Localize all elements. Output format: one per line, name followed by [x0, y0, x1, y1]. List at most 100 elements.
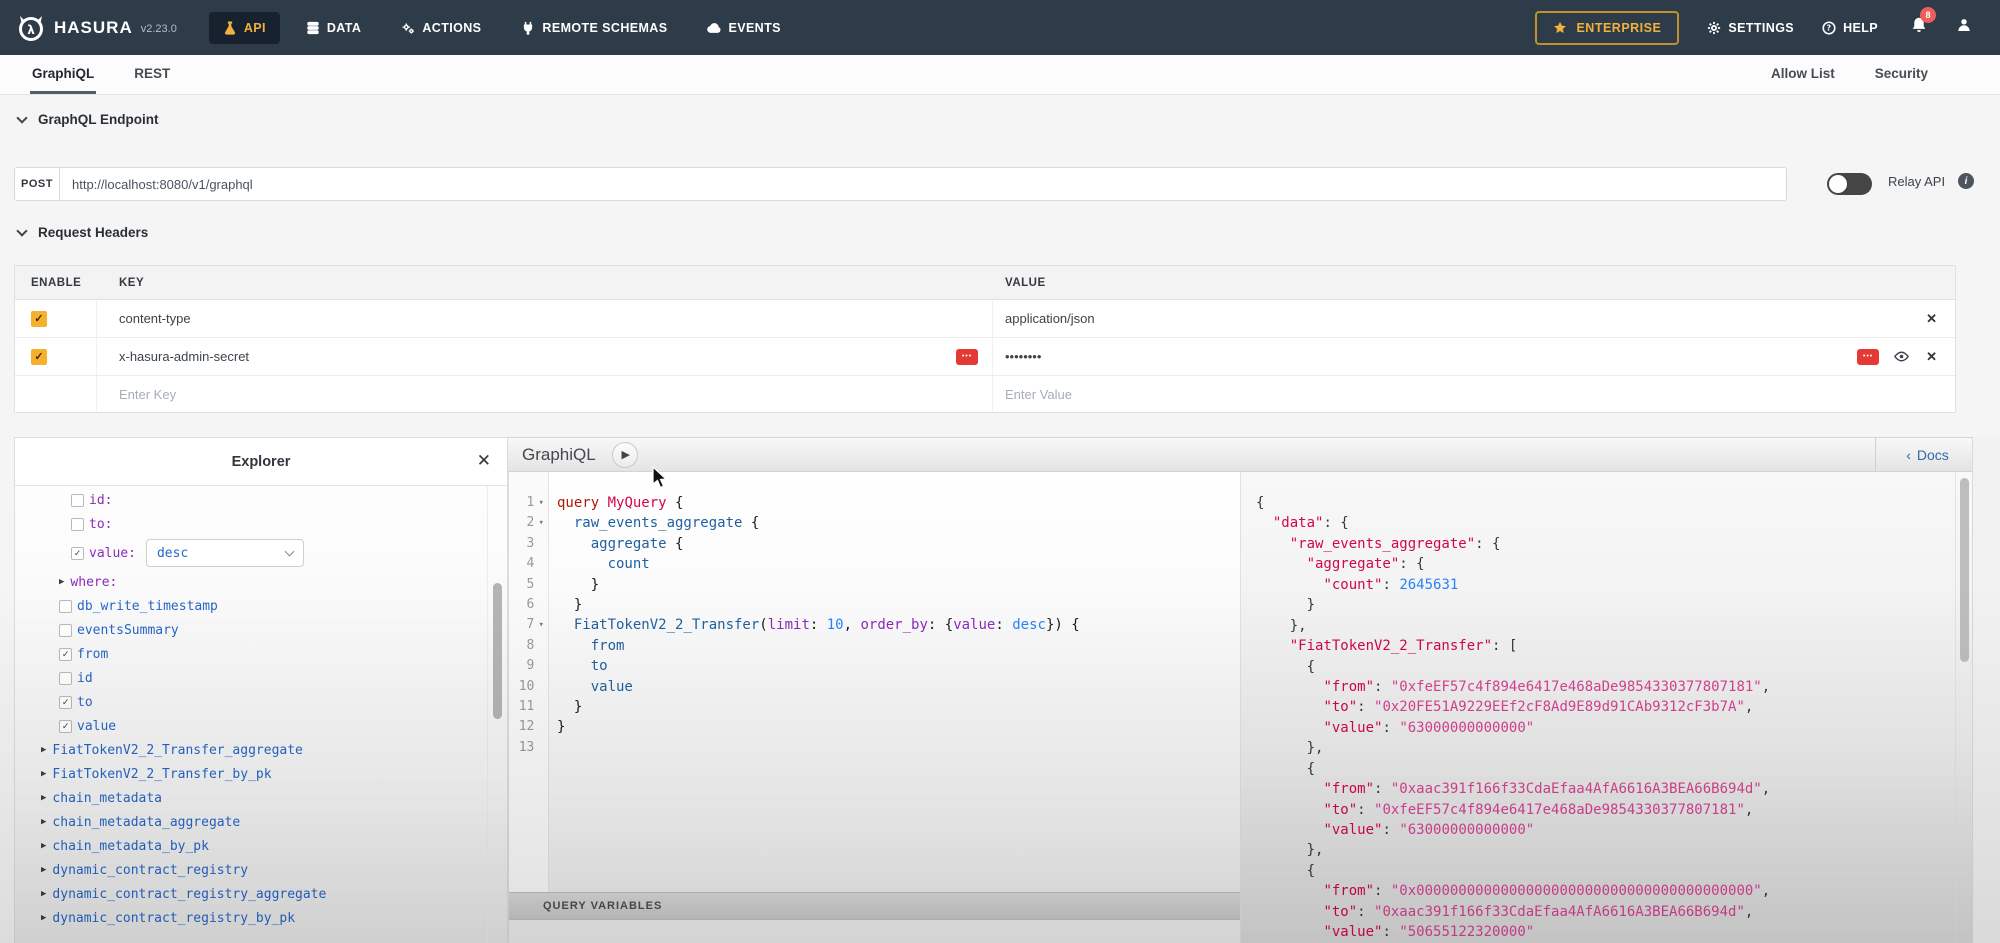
- nav-item-data[interactable]: DATA: [292, 12, 375, 44]
- nav-item-api[interactable]: API: [209, 12, 280, 44]
- explorer-item-fiattokenv2-2-transfer-aggregate[interactable]: ▶FiatTokenV2_2_Transfer_aggregate: [15, 738, 487, 762]
- svg-text:λ: λ: [27, 23, 35, 37]
- nav-item-remote-schemas[interactable]: REMOTE SCHEMAS: [507, 12, 681, 44]
- enterprise-button[interactable]: ENTERPRISE: [1535, 11, 1679, 45]
- expand-arrow-icon[interactable]: ▶: [59, 577, 64, 587]
- collapse-chevron-icon[interactable]: [16, 225, 27, 236]
- user-menu-button[interactable]: [1956, 17, 1972, 38]
- tab-rest[interactable]: REST: [132, 55, 172, 94]
- fold-arrow-icon[interactable]: ▾: [534, 615, 548, 635]
- scrollbar-thumb[interactable]: [1960, 478, 1969, 662]
- explorer-item-value-[interactable]: ✓value:desc: [15, 536, 487, 570]
- explorer-item-db-write-timestamp[interactable]: db_write_timestamp: [15, 594, 487, 618]
- explorer-panel: Explorer ✕ id:to:✓value:desc▶where:db_wr…: [14, 437, 508, 943]
- admin-secret-badge-icon[interactable]: •••: [956, 349, 978, 365]
- field-checkbox[interactable]: ✓: [59, 720, 72, 733]
- play-icon: ▶: [621, 448, 629, 461]
- help-button[interactable]: ? HELP: [1822, 21, 1878, 35]
- tab-security[interactable]: Security: [1873, 55, 1930, 94]
- header-key[interactable]: x-hasura-admin-secret: [119, 349, 249, 364]
- column-value: VALUE: [993, 266, 1955, 299]
- field-checkbox[interactable]: ✓: [59, 648, 72, 661]
- fold-arrow-icon[interactable]: ▾: [534, 493, 548, 513]
- explorer-item-id-[interactable]: id:: [15, 488, 487, 512]
- explorer-item-chain-metadata[interactable]: ▶chain_metadata: [15, 786, 487, 810]
- field-checkbox[interactable]: [59, 624, 72, 637]
- explorer-item-dynamic-contract-registry-by-pk[interactable]: ▶dynamic_contract_registry_by_pk: [15, 906, 487, 930]
- fold-arrow-icon[interactable]: ▾: [534, 513, 548, 533]
- field-checkbox[interactable]: [71, 494, 84, 507]
- fold-arrow-icon: [534, 717, 548, 737]
- response-line: "value": "63000000000000": [1256, 718, 1948, 738]
- response-line: "from": "0xfeEF57c4f894e6417e468aDe98543…: [1256, 677, 1948, 697]
- endpoint-url-input[interactable]: [60, 167, 1787, 201]
- explorer-item-id[interactable]: id: [15, 666, 487, 690]
- relay-api-toggle[interactable]: [1827, 173, 1872, 195]
- docs-button[interactable]: ‹ Docs: [1875, 438, 1979, 471]
- reveal-secret-button[interactable]: [1893, 348, 1910, 365]
- close-icon[interactable]: ✕: [477, 451, 491, 471]
- response-line: {: [1256, 657, 1948, 677]
- expand-arrow-icon[interactable]: ▶: [41, 817, 46, 827]
- header-value[interactable]: ••••••••: [1005, 349, 1041, 364]
- api-subtabs: GraphiQL REST Allow List Security: [0, 55, 2000, 95]
- nav-item-events[interactable]: EVENTS: [693, 12, 794, 44]
- remove-header-button[interactable]: ✕: [1926, 311, 1937, 327]
- new-header-key-input[interactable]: [119, 387, 419, 402]
- expand-arrow-icon[interactable]: ▶: [41, 769, 46, 779]
- expand-arrow-icon[interactable]: ▶: [41, 793, 46, 803]
- expand-arrow-icon[interactable]: ▶: [41, 865, 46, 875]
- tab-allow-list[interactable]: Allow List: [1769, 55, 1837, 94]
- field-checkbox[interactable]: [59, 600, 72, 613]
- expand-arrow-icon[interactable]: ▶: [41, 913, 46, 923]
- explorer-item-value[interactable]: ✓value: [15, 714, 487, 738]
- gear-icon: [1707, 21, 1721, 35]
- explorer-item-dynamic-contract-registry-aggregate[interactable]: ▶dynamic_contract_registry_aggregate: [15, 882, 487, 906]
- editor-code[interactable]: query MyQuery { raw_events_aggregate { a…: [557, 472, 1240, 892]
- header-value[interactable]: application/json: [1005, 311, 1095, 326]
- field-checkbox[interactable]: [71, 518, 84, 531]
- explorer-item-to-[interactable]: to:: [15, 512, 487, 536]
- collapse-chevron-icon[interactable]: [16, 112, 27, 123]
- gutter-line: 11: [509, 697, 548, 717]
- explorer-item-where-[interactable]: ▶where:: [15, 570, 487, 594]
- field-checkbox[interactable]: [59, 672, 72, 685]
- header-enable-checkbox[interactable]: ✓: [31, 349, 47, 365]
- info-icon[interactable]: i: [1958, 173, 1974, 189]
- query-variables-editor[interactable]: [509, 921, 1240, 943]
- explorer-item-to[interactable]: ✓to: [15, 690, 487, 714]
- expand-arrow-icon[interactable]: ▶: [41, 745, 46, 755]
- execute-query-button[interactable]: ▶: [612, 442, 638, 468]
- explorer-item-eventssummary[interactable]: eventsSummary: [15, 618, 487, 642]
- expand-arrow-icon[interactable]: ▶: [41, 889, 46, 899]
- help-icon: ?: [1822, 21, 1836, 35]
- admin-secret-badge-icon[interactable]: •••: [1857, 349, 1879, 365]
- explorer-item-dynamic-contract-registry[interactable]: ▶dynamic_contract_registry: [15, 858, 487, 882]
- expand-arrow-icon[interactable]: ▶: [41, 841, 46, 851]
- response-scrollbar[interactable]: [1955, 472, 1972, 943]
- header-key[interactable]: content-type: [119, 311, 191, 326]
- header-enable-checkbox[interactable]: ✓: [31, 311, 47, 327]
- gutter-line: 4: [509, 554, 548, 574]
- tab-graphiql[interactable]: GraphiQL: [30, 55, 96, 94]
- nav-item-actions[interactable]: ACTIONS: [387, 12, 495, 44]
- explorer-item-chain-metadata-aggregate[interactable]: ▶chain_metadata_aggregate: [15, 810, 487, 834]
- explorer-title: Explorer: [232, 454, 291, 470]
- fold-arrow-icon: [534, 534, 548, 554]
- scrollbar-thumb[interactable]: [493, 583, 502, 719]
- explorer-item-chain-metadata-by-pk[interactable]: ▶chain_metadata_by_pk: [15, 834, 487, 858]
- explorer-scrollbar[interactable]: [487, 486, 507, 943]
- database-icon: [306, 21, 320, 35]
- query-variables-bar[interactable]: QUERY VARIABLES: [509, 892, 1240, 920]
- new-header-row: [15, 376, 1955, 412]
- hasura-logo[interactable]: λ HASURA v2.23.0: [16, 13, 177, 43]
- order-direction-select[interactable]: desc: [146, 539, 304, 567]
- explorer-item-fiattokenv2-2-transfer-by-pk[interactable]: ▶FiatTokenV2_2_Transfer_by_pk: [15, 762, 487, 786]
- explorer-item-from[interactable]: ✓from: [15, 642, 487, 666]
- field-checkbox[interactable]: ✓: [59, 696, 72, 709]
- remove-header-button[interactable]: ✕: [1926, 349, 1937, 365]
- settings-button[interactable]: SETTINGS: [1707, 21, 1794, 35]
- field-checkbox[interactable]: ✓: [71, 547, 84, 560]
- new-header-value-input[interactable]: [1005, 387, 1305, 402]
- notifications-button[interactable]: 8: [1910, 16, 1928, 39]
